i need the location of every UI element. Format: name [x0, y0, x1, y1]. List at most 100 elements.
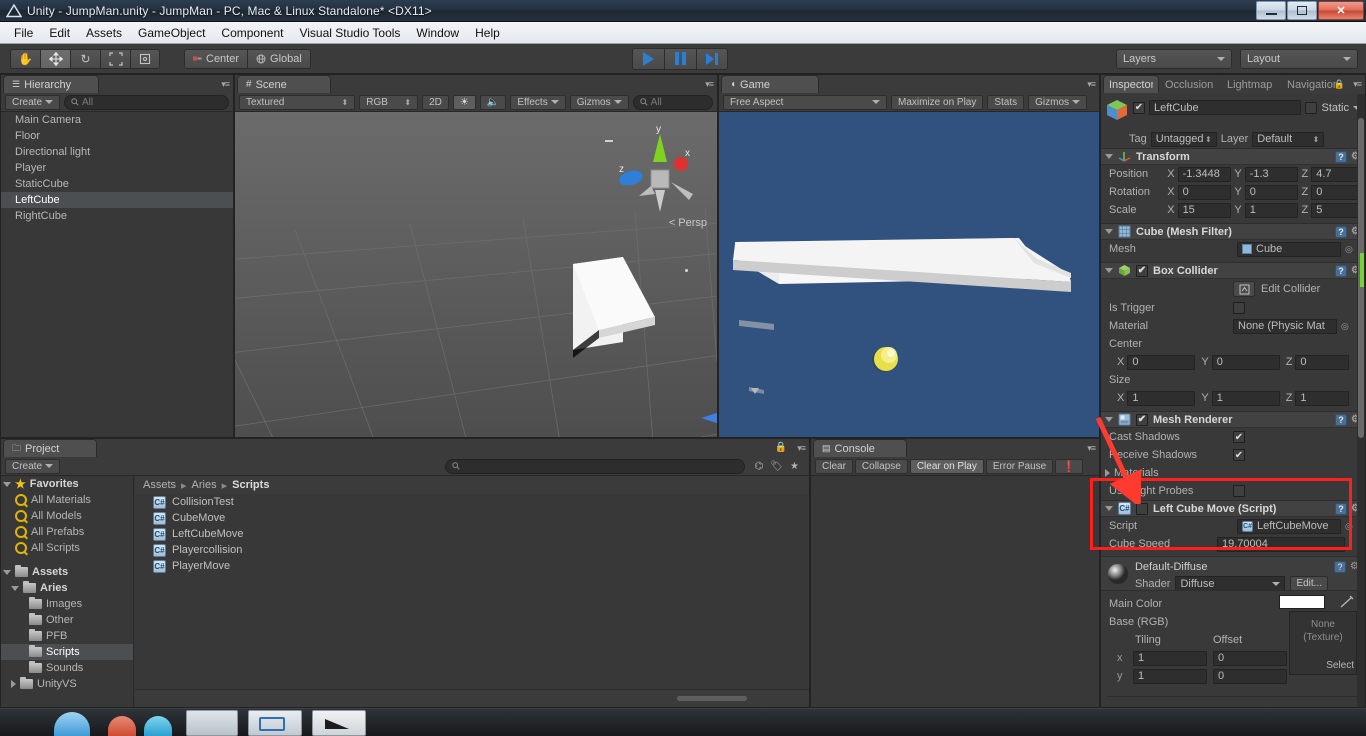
help-icon[interactable]: ? [1335, 225, 1348, 238]
tiling-y-input[interactable]: 1 [1133, 668, 1207, 684]
breadcrumb-aries[interactable]: Aries [192, 479, 217, 491]
help-icon[interactable]: ? [1335, 502, 1348, 515]
mesh-object-field[interactable]: Cube [1237, 241, 1341, 257]
help-icon[interactable]: ? [1335, 264, 1348, 277]
shader-edit-button[interactable]: Edit... [1290, 576, 1329, 591]
project-tree-item-all-models[interactable]: All Models [1, 508, 133, 524]
menu-item-assets[interactable]: Assets [78, 24, 130, 42]
taskbar-item-4[interactable] [186, 710, 238, 736]
space-toggle[interactable]: Global [247, 48, 311, 69]
menu-item-component[interactable]: Component [213, 24, 291, 42]
game-gizmos-dropdown[interactable]: Gizmos [1028, 94, 1088, 110]
collider-center-z-input[interactable]: 0 [1295, 354, 1350, 370]
script-enabled-checkbox[interactable] [1136, 502, 1148, 515]
position-x-input[interactable]: -1.3448 [1177, 166, 1232, 182]
step-button[interactable] [696, 47, 728, 70]
rect-tool-icon[interactable] [130, 48, 160, 69]
project-file-playercollision[interactable]: C# Playercollision [135, 542, 809, 558]
scene-viewport[interactable]: y x z < Persp [235, 112, 717, 437]
box-collider-enabled-checkbox[interactable]: ✔ [1136, 264, 1148, 277]
layer-dropdown[interactable]: Default ⬍ [1252, 131, 1325, 147]
filter-type-icon[interactable]: ⌬ [755, 461, 764, 472]
offset-y-input[interactable]: 0 [1213, 668, 1287, 684]
console-error-pause-toggle[interactable]: Error Pause [985, 458, 1054, 474]
menu-item-window[interactable]: Window [408, 24, 467, 42]
cube-speed-input[interactable]: 19.70004 [1217, 536, 1345, 552]
project-file-leftcubemove[interactable]: C# LeftCubeMove [135, 526, 809, 542]
project-tree-item-all-prefabs[interactable]: All Prefabs [1, 524, 133, 540]
chevron-right-icon[interactable] [1105, 469, 1110, 477]
console-log-list[interactable] [811, 476, 1099, 707]
tab-scene[interactable]: # Scene [237, 75, 331, 93]
scene-projection-label[interactable]: < Persp [669, 217, 707, 229]
hand-tool-icon[interactable]: ✋ [10, 48, 40, 69]
transform-component-header[interactable]: Transform ? ⚙ [1101, 148, 1365, 165]
help-icon[interactable]: ? [1335, 413, 1348, 426]
rotate-tool-icon[interactable]: ↻ [70, 48, 100, 69]
project-tree-item-aries[interactable]: Aries [1, 580, 133, 596]
taskbar-item-3[interactable] [140, 710, 176, 736]
is-trigger-checkbox[interactable] [1233, 302, 1245, 314]
box-collider-component-header[interactable]: ✔ Box Collider ? ⚙ [1101, 262, 1365, 279]
rotation-x-input[interactable]: 0 [1177, 184, 1232, 200]
chevron-down-icon[interactable] [1105, 268, 1113, 273]
tab-occlusion[interactable]: Occlusion [1159, 75, 1221, 93]
scene-effects-dropdown[interactable]: Effects [510, 94, 566, 110]
texture-select-button[interactable]: Select [1326, 659, 1354, 672]
game-stats-toggle[interactable]: Stats [987, 94, 1025, 110]
game-tab-menu-icon[interactable]: ▾≡ [1087, 79, 1096, 90]
tab-inspector[interactable]: Inspector [1103, 75, 1159, 93]
material-component-header[interactable]: Default-Diffuse Shader Diffuse Edit... ?… [1101, 556, 1365, 591]
texture-slot[interactable]: None (Texture) Select [1289, 611, 1357, 675]
scale-x-input[interactable]: 15 [1177, 202, 1232, 218]
help-icon[interactable]: ? [1335, 150, 1348, 163]
console-clear-on-play-toggle[interactable]: Clear on Play [909, 458, 984, 474]
scene-gizmos-dropdown[interactable]: Gizmos [569, 94, 629, 110]
hierarchy-item-main-camera[interactable]: Main Camera [1, 112, 233, 128]
minimize-button[interactable] [1256, 1, 1286, 20]
layers-dropdown[interactable]: Layers [1116, 48, 1232, 69]
chevron-down-icon[interactable] [1105, 229, 1113, 234]
tab-hierarchy[interactable]: ☰ Hierarchy [3, 75, 99, 93]
hierarchy-item-floor[interactable]: Floor [1, 128, 233, 144]
menu-item-edit[interactable]: Edit [41, 24, 78, 42]
scene-lighting-toggle[interactable]: ☀ [452, 94, 476, 110]
offset-x-input[interactable]: 0 [1213, 650, 1287, 666]
scene-2d-toggle[interactable]: 2D [422, 94, 449, 110]
project-tree-item-all-materials[interactable]: All Materials [1, 492, 133, 508]
static-checkbox[interactable] [1305, 101, 1318, 114]
collider-size-x-input[interactable]: 1 [1127, 390, 1196, 406]
taskbar-item-1[interactable] [48, 710, 96, 736]
hierarchy-search-input[interactable]: All [64, 94, 229, 110]
edit-collider-button[interactable] [1233, 281, 1255, 297]
materials-row[interactable]: Materials [1101, 464, 1365, 482]
menu-item-vstools[interactable]: Visual Studio Tools [291, 24, 408, 42]
tab-game[interactable]: ◖ Game [721, 75, 819, 93]
project-tree-item-pfb[interactable]: PFB [1, 628, 133, 644]
hierarchy-item-player[interactable]: Player [1, 160, 233, 176]
pivot-toggle[interactable]: Center [184, 48, 248, 69]
use-light-probes-checkbox[interactable] [1233, 485, 1245, 497]
play-button[interactable] [632, 47, 664, 70]
breadcrumb-scripts[interactable]: Scripts [232, 479, 269, 491]
layout-dropdown[interactable]: Layout [1240, 48, 1358, 69]
object-name-input[interactable]: LeftCube [1149, 100, 1302, 115]
scene-color-mode-dropdown[interactable]: RGB ⬍ [359, 94, 419, 110]
filter-label-icon[interactable]: 🏷 [770, 461, 783, 472]
scene-draw-mode-dropdown[interactable]: Textured ⬍ [239, 94, 356, 110]
scene-orientation-gizmo[interactable]: y x z [593, 120, 713, 220]
tab-lightmap[interactable]: Lightmap [1221, 75, 1281, 93]
collider-size-z-input[interactable]: 1 [1295, 390, 1350, 406]
scale-y-input[interactable]: 1 [1244, 202, 1299, 218]
rotation-y-input[interactable]: 0 [1244, 184, 1299, 200]
script-object-field[interactable]: C# LeftCubeMove [1237, 518, 1341, 534]
script-component-header[interactable]: C# Left Cube Move (Script) ? ⚙ [1101, 500, 1365, 517]
position-y-input[interactable]: -1.3 [1244, 166, 1299, 182]
game-maximize-toggle[interactable]: Maximize on Play [891, 94, 984, 110]
filter-favorite-icon[interactable]: ★ [790, 461, 799, 472]
taskbar-item-5[interactable] [248, 710, 302, 736]
inspector-tab-menu-icon[interactable]: ▾≡ [1353, 79, 1362, 90]
project-create-button[interactable]: Create [5, 458, 61, 474]
collider-material-field[interactable]: None (Physic Mat [1233, 318, 1337, 334]
help-icon[interactable]: ? [1334, 561, 1347, 573]
